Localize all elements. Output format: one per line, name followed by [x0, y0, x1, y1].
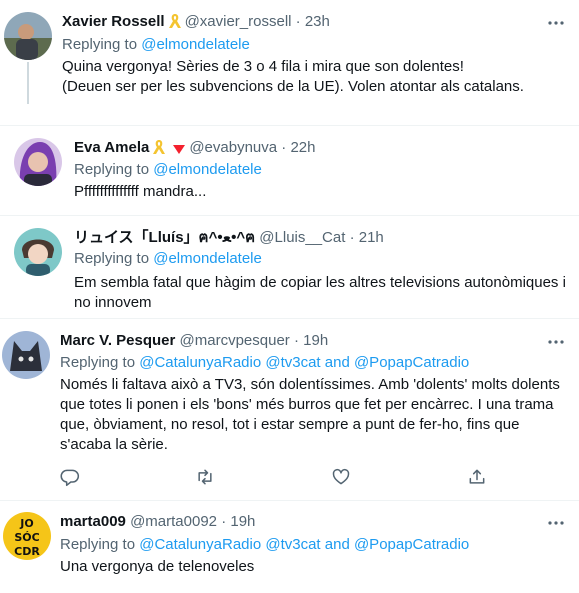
tweet-text-line: Em sembla fatal que hàgim de copiar les …	[74, 274, 566, 291]
replying-label: Replying to	[74, 161, 150, 178]
tweet-text: Pffffffffffffff mandra...	[74, 182, 564, 202]
tweet-header: リュイス「Lluís」ฅ^•ﻌ•^ฅ @Lluis__Cat · 21h	[74, 228, 384, 248]
tweet-text-line: Pffffffffffffff mandra...	[74, 183, 207, 200]
replying-label: Replying to	[60, 354, 136, 371]
tweet-text-line: Una vergonya de telenoveles	[60, 558, 255, 575]
replying-to-link[interactable]: @elmondelatele	[153, 250, 262, 267]
share-icon[interactable]	[467, 467, 487, 487]
tweet-xavier-rossell[interactable]: Xavier Rossell @xavier_rossell · 23h Repl…	[0, 0, 579, 125]
retweet-icon[interactable]	[195, 467, 215, 487]
timestamp[interactable]: 22h	[290, 139, 315, 156]
like-icon[interactable]	[331, 467, 351, 487]
replying-to: Replying to @elmondelatele	[74, 249, 262, 269]
yellow-ribbon-icon	[152, 139, 166, 161]
tweet-actions	[0, 467, 579, 489]
avatar-text-cdr: CDR	[14, 545, 40, 558]
separator-dot: ·	[281, 139, 287, 156]
avatar[interactable]	[2, 331, 50, 379]
tweet-header: Eva Amela @evabynuva · 22h	[74, 138, 315, 161]
replying-to-link[interactable]: @CatalunyaRadio @tv3cat and @PopapCatrad…	[139, 354, 469, 371]
user-handle[interactable]: @marcvpesquer	[180, 332, 290, 349]
replying-to: Replying to @CatalunyaRadio @tv3cat and …	[60, 353, 469, 373]
replying-to: Replying to @elmondelatele	[62, 35, 250, 55]
tweet-text-line: (Deuen ser per les subvencions de la UE)…	[62, 78, 524, 95]
timestamp[interactable]: 23h	[305, 13, 330, 30]
more-icon[interactable]	[546, 513, 566, 533]
more-icon[interactable]	[546, 332, 566, 352]
more-icon[interactable]	[546, 13, 566, 33]
replying-to: Replying to @elmondelatele	[74, 160, 262, 180]
thread-line	[27, 62, 29, 104]
avatar[interactable]	[14, 138, 62, 186]
avatar[interactable]	[4, 12, 52, 60]
user-handle[interactable]: @xavier_rossell	[185, 13, 292, 30]
timestamp[interactable]: 21h	[359, 229, 384, 246]
tweet-text-line: que totes li ponen i els 'bons' més burr…	[60, 396, 554, 413]
red-triangle-icon	[172, 141, 186, 161]
user-handle[interactable]: @marta0092	[130, 513, 217, 530]
tweet-text-line: Només li faltava això a TV3, són dolentí…	[60, 376, 560, 393]
tweet-header: Marc V. Pesquer @marcvpesquer · 19h	[60, 331, 328, 351]
display-name[interactable]: リュイス「Lluís」ฅ^•ﻌ•^ฅ	[74, 229, 255, 246]
tweet-text-line: Quina vergonya! Sèries de 3 o 4 fila i m…	[62, 58, 464, 75]
tweet-header: Xavier Rossell @xavier_rossell · 23h	[62, 12, 330, 35]
tweet-text: Em sembla fatal que hàgim de copiar les …	[74, 273, 569, 313]
display-name[interactable]: Eva Amela	[74, 139, 149, 156]
avatar-text-jo: JO	[19, 517, 33, 530]
separator-dot: ·	[221, 513, 227, 530]
display-name[interactable]: Xavier Rossell	[62, 13, 165, 30]
replying-to-link[interactable]: @elmondelatele	[153, 161, 262, 178]
replying-to-link[interactable]: @elmondelatele	[141, 36, 250, 53]
tweet-lluis-cat[interactable]: リュイス「Lluís」ฅ^•ﻌ•^ฅ @Lluis__Cat · 21h Rep…	[0, 216, 579, 318]
user-handle[interactable]: @Lluis__Cat	[259, 229, 345, 246]
replying-to: Replying to @CatalunyaRadio @tv3cat and …	[60, 535, 469, 555]
replying-to-link[interactable]: @CatalunyaRadio @tv3cat and @PopapCatrad…	[139, 536, 469, 553]
yellow-ribbon-icon	[168, 13, 182, 35]
timestamp[interactable]: 19h	[303, 332, 328, 349]
tweet-marta009[interactable]: JO SÓC CDR marta009 @marta0092 · 19h Rep…	[0, 501, 579, 593]
replying-label: Replying to	[74, 250, 150, 267]
user-handle[interactable]: @evabynuva	[189, 139, 277, 156]
tweet-header: marta009 @marta0092 · 19h	[60, 512, 255, 532]
display-name[interactable]: marta009	[60, 513, 126, 530]
tweet-text: Una vergonya de telenoveles	[60, 557, 565, 577]
tweet-text: Quina vergonya! Sèries de 3 o 4 fila i m…	[62, 57, 567, 97]
tweet-text-line: s'acaba la sèrie.	[60, 436, 168, 453]
tweet-text-line: no innovem	[74, 294, 152, 311]
tweet-eva-amela[interactable]: Eva Amela @evabynuva · 22h Replying to @e…	[0, 126, 579, 215]
avatar[interactable]: JO SÓC CDR	[3, 512, 51, 560]
separator-dot: ·	[295, 13, 301, 30]
separator-dot: ·	[293, 332, 299, 349]
tweet-text: Només li faltava això a TV3, són dolentí…	[60, 375, 572, 455]
replying-label: Replying to	[60, 536, 136, 553]
display-name[interactable]: Marc V. Pesquer	[60, 332, 175, 349]
separator-dot: ·	[349, 229, 355, 246]
reply-icon[interactable]	[60, 467, 80, 487]
timestamp[interactable]: 19h	[230, 513, 255, 530]
replying-label: Replying to	[62, 36, 138, 53]
tweet-text-line: que, òbviament, no resol, tot i estar se…	[60, 416, 520, 433]
avatar[interactable]	[14, 228, 62, 276]
avatar-text-soc: SÓC	[14, 531, 39, 544]
tweet-marc-pesquer[interactable]: Marc V. Pesquer @marcvpesquer · 19h Repl…	[0, 319, 579, 500]
